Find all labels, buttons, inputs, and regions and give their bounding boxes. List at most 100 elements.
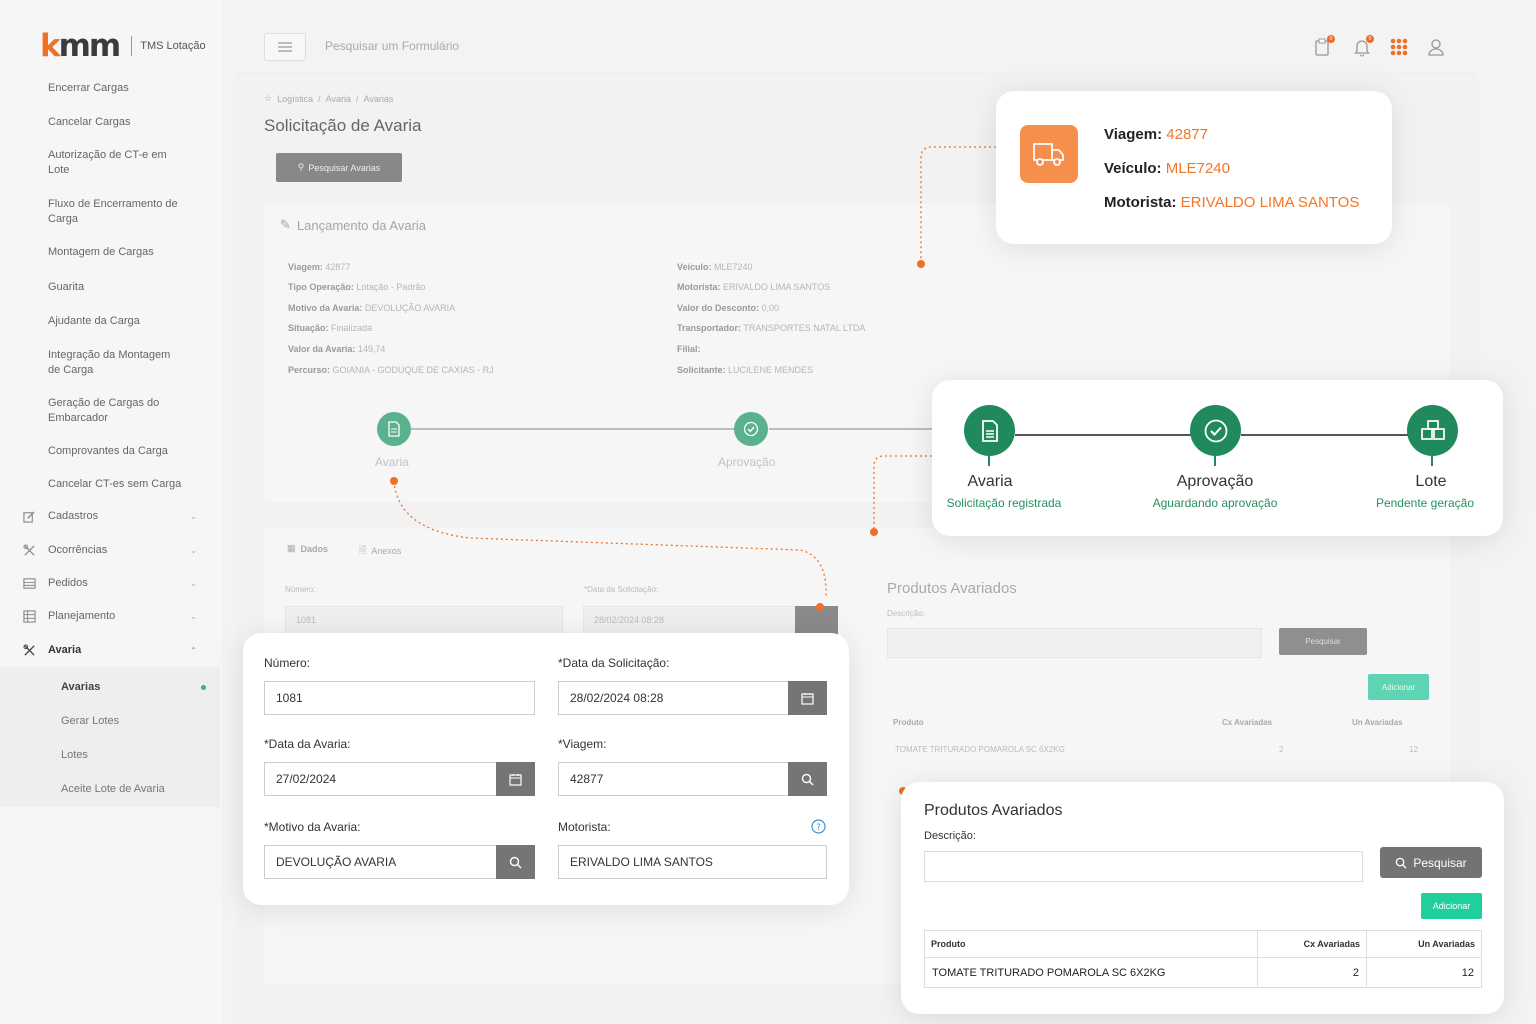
info-value: ERIVALDO LIMA SANTOS xyxy=(723,282,831,292)
status-step-avaria xyxy=(964,405,1015,456)
viagem-search-button[interactable] xyxy=(788,762,827,796)
viagem-field[interactable]: 42877 xyxy=(558,762,789,796)
search-avarias-button[interactable]: ⚲ Pesquisar Avarias xyxy=(276,153,402,182)
trip-motorista: Motorista: ERIVALDO LIMA SANTOS xyxy=(1104,194,1359,211)
clipboard-notifications-button[interactable]: 0 xyxy=(1313,35,1335,57)
data-solicitacao-field[interactable]: 28/02/2024 08:28 xyxy=(558,681,789,715)
status-flow-card xyxy=(932,380,1503,536)
trip-key: Veículo: xyxy=(1104,160,1162,177)
sidebar-section-ocorrencias[interactable]: Ocorrências ⌄ xyxy=(22,543,197,557)
sidebar-item-cancelar-cargas[interactable]: Cancelar Cargas xyxy=(48,115,198,130)
descricao-label: Descrição: xyxy=(924,830,976,842)
info-key: Percurso: xyxy=(288,365,331,375)
document-icon xyxy=(981,419,998,442)
numero-field[interactable]: 1081 xyxy=(264,681,535,715)
ghost-cell: 2 xyxy=(1279,745,1284,754)
sidebar-subitem-lotes[interactable]: Lotes xyxy=(61,749,88,761)
descricao-input[interactable] xyxy=(924,851,1363,882)
star-icon[interactable]: ☆ xyxy=(264,93,272,104)
data-avaria-calendar-button[interactable] xyxy=(496,762,535,796)
button-label: Pesquisar Avarias xyxy=(308,162,381,173)
info-percurso: Percurso: GOIANIA - GODUQUE DE CAXIAS - … xyxy=(288,365,494,375)
ghost-calendar-button xyxy=(795,606,838,634)
motivo-search-button[interactable] xyxy=(496,845,535,879)
sidebar-subitem-gerar-lotes[interactable]: Gerar Lotes xyxy=(61,715,119,727)
produtos-title: Produtos Avariados xyxy=(924,802,1063,819)
info-value: MLE7240 xyxy=(714,262,753,272)
sidebar-section-cadastros[interactable]: Cadastros ⌄ xyxy=(22,509,197,523)
status-title: Lote xyxy=(1415,473,1447,490)
ghost-add-button: Adicionar xyxy=(1368,674,1429,700)
motorista-field[interactable]: ERIVALDO LIMA SANTOS xyxy=(558,845,827,879)
truck-icon xyxy=(1033,143,1064,166)
sidebar-item-geracao-cargas[interactable]: Geração de Cargas do Embarcador xyxy=(48,396,168,426)
info-veiculo: Veículo: MLE7240 xyxy=(677,262,753,272)
sidebar-section-pedidos[interactable]: Pedidos ⌄ xyxy=(22,576,197,590)
trip-key: Viagem: xyxy=(1104,126,1163,143)
sidebar-subitem-aceite-lote[interactable]: Aceite Lote de Avaria xyxy=(61,783,165,795)
info-filial: Filial: xyxy=(677,344,701,354)
produtos-table: Produto Cx Avariadas Un Avariadas TOMATE… xyxy=(924,930,1482,988)
sidebar-subitem-avarias[interactable]: Avarias xyxy=(61,681,100,693)
sidebar-item-montagem-cargas[interactable]: Montagem de Cargas xyxy=(48,245,198,260)
viagem-label: *Viagem: xyxy=(558,737,607,751)
cell-un: 12 xyxy=(1366,957,1482,988)
help-icon[interactable]: ? xyxy=(811,819,826,839)
tab-anexos[interactable]: 🗎 Anexos xyxy=(359,543,401,559)
trip-key: Motorista: xyxy=(1104,194,1177,211)
data-avaria-field[interactable]: 27/02/2024 xyxy=(264,762,497,796)
trip-value: 42877 xyxy=(1166,126,1208,143)
cell-produto: TOMATE TRITURADO POMAROLA SC 6X2KG xyxy=(924,957,1258,988)
breadcrumb-item: Avarias xyxy=(363,93,394,104)
sidebar-item-integracao-montagem[interactable]: Integração da Montagem de Carga xyxy=(48,348,183,378)
sidebar-section-label: Ocorrências xyxy=(48,544,108,556)
breadcrumb-item[interactable]: Logística xyxy=(277,94,313,104)
menu-toggle-button[interactable] xyxy=(264,33,306,61)
info-key: Motivo da Avaria: xyxy=(288,303,363,313)
sidebar-section-avaria[interactable]: Avaria ⌃ xyxy=(22,643,197,657)
lancamento-title: ✎ Lançamento da Avaria xyxy=(280,217,426,233)
data-solicitacao-label: *Data da Solicitação: xyxy=(558,656,670,670)
sidebar-item-comprovantes[interactable]: Comprovantes da Carga xyxy=(48,444,198,459)
sidebar-section-planejamento[interactable]: Planejamento ⌄ xyxy=(22,609,197,623)
table-row[interactable]: TOMATE TRITURADO POMAROLA SC 6X2KG 2 12 xyxy=(924,957,1482,988)
user-profile-button[interactable] xyxy=(1426,37,1446,57)
grid-icon xyxy=(22,609,36,623)
apps-grid-button[interactable] xyxy=(1389,37,1409,57)
info-valor-desconto: Valor do Desconto: 0,00 xyxy=(677,303,779,313)
info-key: Valor do Desconto: xyxy=(677,303,760,313)
sidebar-item-cancelar-ctes[interactable]: Cancelar CT-es sem Carga xyxy=(48,477,198,492)
sidebar-item-guarita[interactable]: Guarita xyxy=(48,280,198,295)
tab-dados[interactable]: ▦ Dados xyxy=(287,543,328,554)
column-header-produto[interactable]: Produto xyxy=(924,930,1258,958)
brand-logo[interactable]: kmm TMS Lotação xyxy=(40,30,206,62)
info-key: Viagem: xyxy=(288,262,323,272)
sidebar-item-ajudante-carga[interactable]: Ajudante da Carga xyxy=(48,314,198,329)
sidebar-item-autorizacao-cte-lote[interactable]: Autorização de CT-e em Lote xyxy=(48,148,183,178)
info-motivo: Motivo da Avaria: DEVOLUÇÃO AVARIA xyxy=(288,303,455,313)
data-solicitacao-calendar-button[interactable] xyxy=(788,681,827,715)
info-key: Motorista: xyxy=(677,282,721,292)
boxes-icon xyxy=(1420,419,1445,440)
section-title: Lançamento da Avaria xyxy=(296,217,427,233)
column-header-cx[interactable]: Cx Avariadas xyxy=(1257,930,1367,958)
status-subtitle: Aguardando aprovação xyxy=(1152,496,1278,510)
sidebar-item-fluxo-encerramento[interactable]: Fluxo de Encerramento de Carga xyxy=(48,197,188,227)
pesquisar-button[interactable]: Pesquisar xyxy=(1380,847,1482,878)
column-header-un[interactable]: Un Avariadas xyxy=(1366,930,1482,958)
info-key: Solicitante: xyxy=(677,365,726,375)
status-tick xyxy=(1431,456,1433,466)
info-value: 0,00 xyxy=(761,303,780,313)
form-search-input[interactable]: Pesquisar um Formulário xyxy=(325,39,459,53)
logo-wordmark: kmm xyxy=(40,28,121,64)
cell-cx: 2 xyxy=(1257,957,1367,988)
info-solicitante: Solicitante: LUCILENE MENDES xyxy=(677,365,813,375)
breadcrumb-item[interactable]: Avaria xyxy=(326,94,351,104)
motivo-field[interactable]: DEVOLUÇÃO AVARIA xyxy=(264,845,497,879)
sidebar-item-encerrar-cargas[interactable]: Encerrar Cargas xyxy=(48,81,198,96)
ghost-col-header: Cx Avariadas xyxy=(1222,718,1273,727)
search-icon xyxy=(801,773,814,786)
adicionar-button[interactable]: Adicionar xyxy=(1421,893,1482,919)
sidebar-section-label: Planejamento xyxy=(48,610,116,622)
bell-notifications-button[interactable]: 0 xyxy=(1352,35,1374,57)
